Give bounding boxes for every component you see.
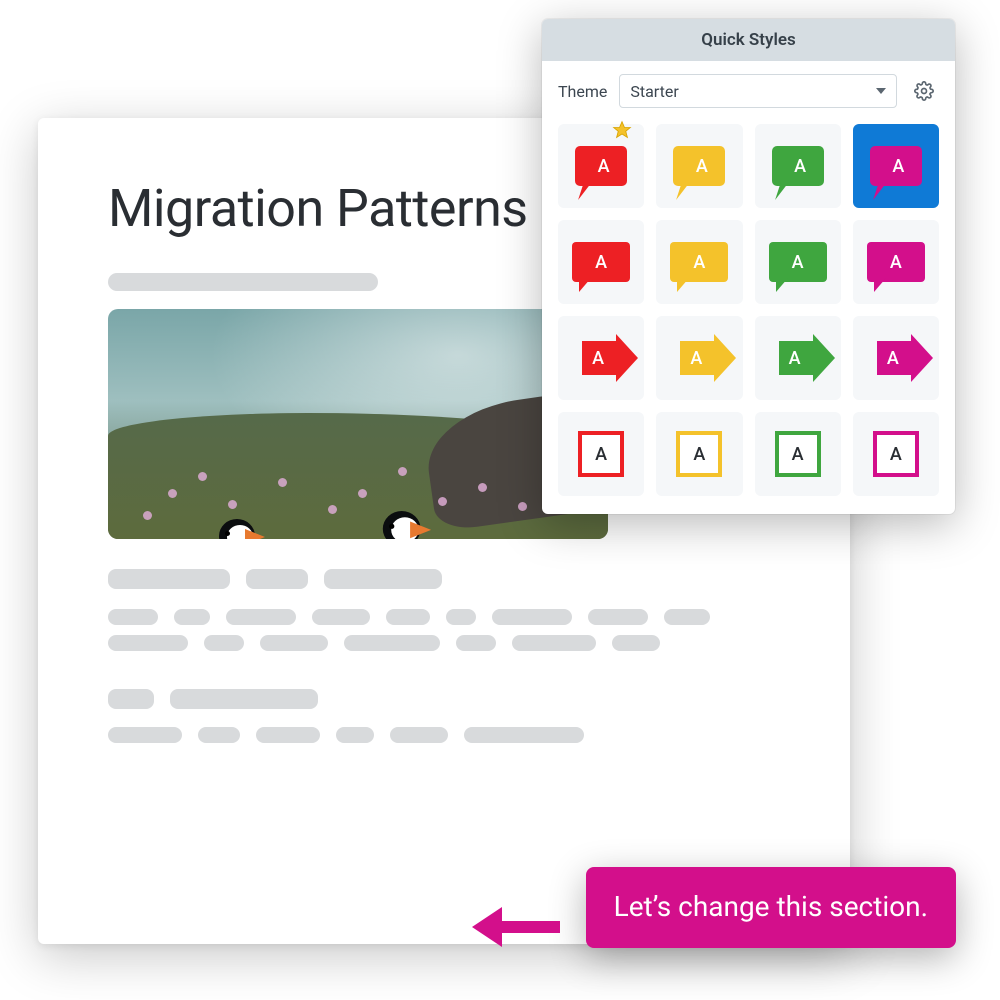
hero-image [108,309,608,539]
style-swatch-arrow-magenta[interactable]: A [853,316,939,400]
quick-styles-panel: Quick Styles Theme Starter AAAAAAAAAAAAA… [542,19,955,514]
style-swatch-box-outline-red[interactable]: A [558,412,644,496]
star-icon [612,120,632,144]
style-swatch-speech-red[interactable]: A [558,220,644,304]
style-swatch-callout-yellow[interactable]: A [656,124,742,208]
theme-selected-value: Starter [630,82,678,101]
style-swatch-callout-red[interactable]: A [558,124,644,208]
theme-select[interactable]: Starter [619,74,897,108]
style-swatch-box-outline-green[interactable]: A [755,412,841,496]
theme-settings-button[interactable] [909,76,939,106]
style-swatch-speech-yellow[interactable]: A [656,220,742,304]
annotation-text: Let’s change this section. [614,890,928,923]
style-swatch-box-outline-magenta[interactable]: A [853,412,939,496]
chevron-down-icon [876,88,886,94]
placeholder-line [108,273,378,291]
style-swatch-speech-green[interactable]: A [755,220,841,304]
style-swatch-callout-magenta[interactable]: A [853,124,939,208]
gear-icon [914,81,934,101]
style-swatch-box-outline-yellow[interactable]: A [656,412,742,496]
style-swatch-speech-magenta[interactable]: A [853,220,939,304]
style-swatch-arrow-green[interactable]: A [755,316,841,400]
panel-title: Quick Styles [542,19,955,61]
style-grid: AAAAAAAAAAAAAAAA [542,120,955,514]
annotation-arrow-icon [500,921,560,933]
theme-label: Theme [558,82,607,101]
style-swatch-arrow-yellow[interactable]: A [656,316,742,400]
annotation-callout[interactable]: Let’s change this section. [586,867,956,948]
style-swatch-arrow-red[interactable]: A [558,316,644,400]
style-swatch-callout-green[interactable]: A [755,124,841,208]
